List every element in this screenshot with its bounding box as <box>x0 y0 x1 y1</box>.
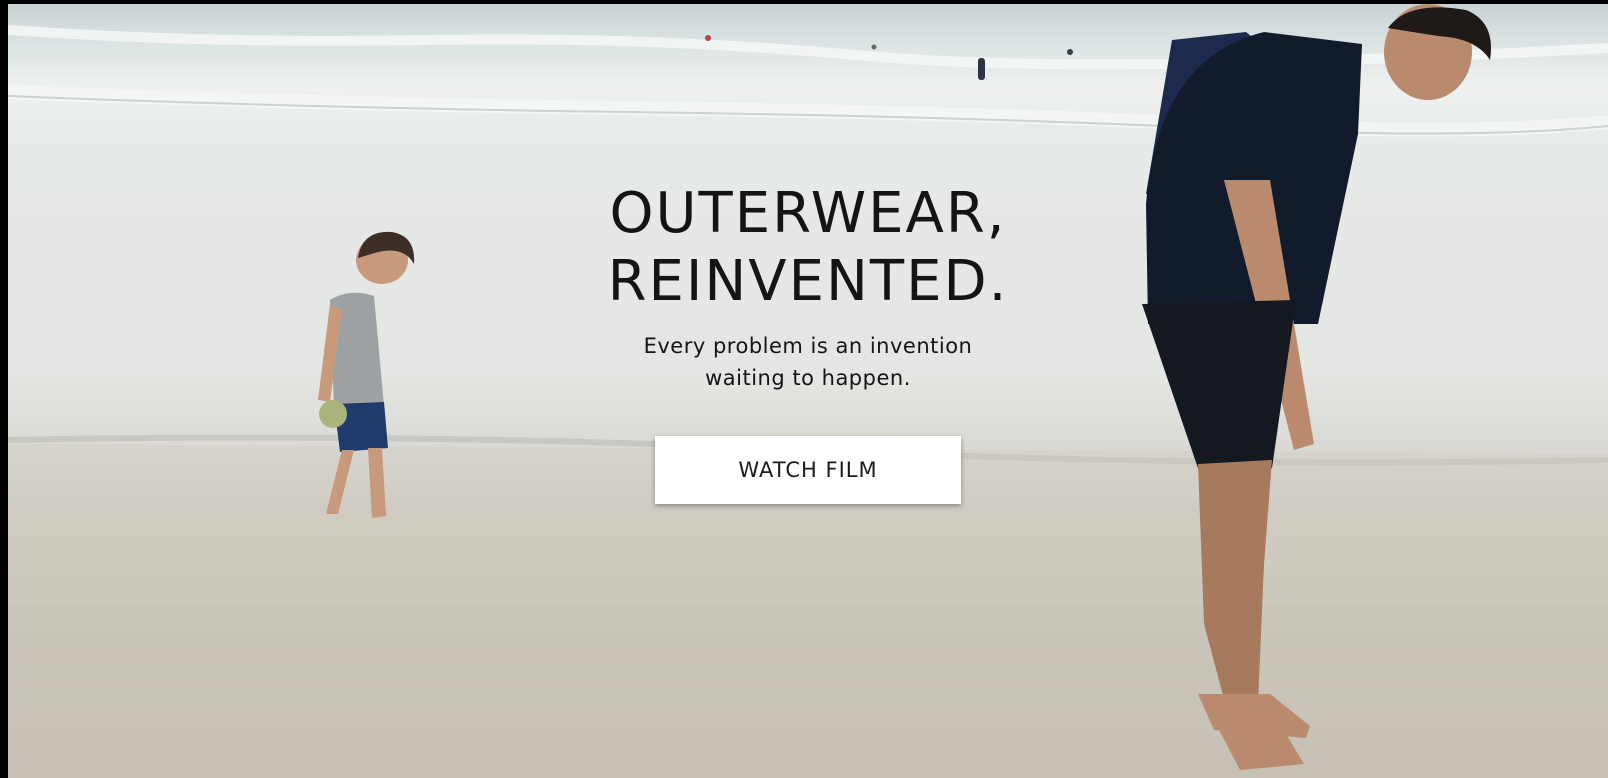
swimmer <box>871 44 877 50</box>
watch-film-button[interactable]: WATCH FILM <box>655 436 961 504</box>
man-figure <box>1142 4 1491 770</box>
headline-line: OUTERWEAR, <box>609 181 1007 246</box>
hero-banner: OUTERWEAR, REINVENTED. Every problem is … <box>8 4 1608 778</box>
swimmer <box>978 58 985 80</box>
hero-subheading: Every problem is an invention waiting to… <box>494 330 1122 394</box>
subheading-line: Every problem is an invention <box>643 334 973 358</box>
swimmer <box>1067 49 1073 55</box>
swimmer <box>705 35 711 41</box>
wave-line <box>8 25 1608 70</box>
headline-line: REINVENTED. <box>607 249 1009 314</box>
hero-copy: OUTERWEAR, REINVENTED. Every problem is … <box>494 180 1122 504</box>
wave-line <box>8 85 1608 137</box>
subheading-line: waiting to happen. <box>705 366 911 390</box>
hero-headline: OUTERWEAR, REINVENTED. <box>494 180 1122 316</box>
